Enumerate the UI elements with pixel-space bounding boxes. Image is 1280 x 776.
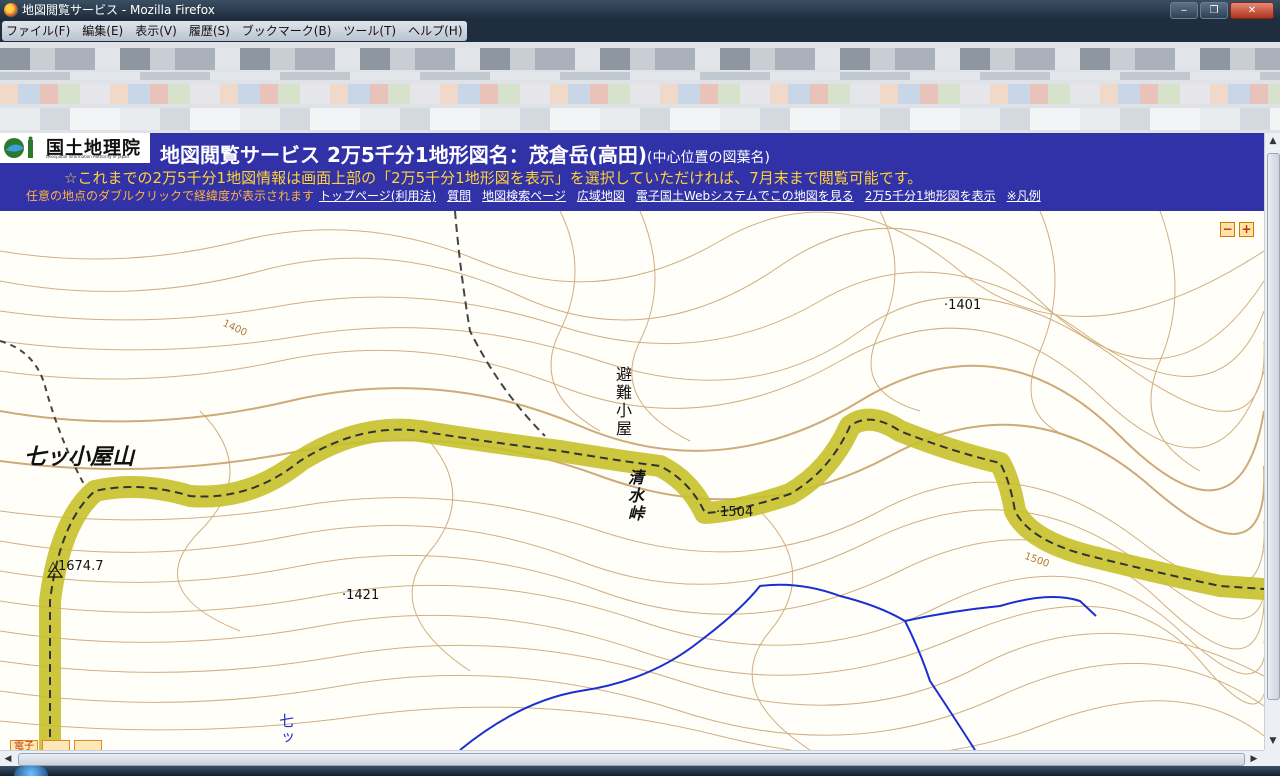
window-controls: ‒ ❐ ✕ (1170, 2, 1274, 19)
scrollbar-corner (1264, 750, 1280, 766)
stream-label: 七ッ (277, 713, 295, 747)
map-button-2[interactable] (42, 740, 70, 750)
maximize-button[interactable]: ❐ (1200, 2, 1228, 19)
map-bottom-buttons: 電子 (10, 740, 102, 750)
elevation-1401-label: ·1401 (944, 298, 982, 313)
elevation-1421-label: ·1421 (342, 588, 380, 603)
blurred-address-bar (0, 72, 1280, 80)
link-denshi-kokudo[interactable]: 電子国土Webシステムでこの地図を見る (636, 187, 854, 204)
map-button-3[interactable] (74, 740, 102, 750)
menu-list: ファイル(F) 編集(E) 表示(V) 履歴(S) ブックマーク(B) ツール(… (2, 21, 467, 41)
window-titlebar: 地図閲覧サービス - Mozilla Firefox ‒ ❐ ✕ (0, 0, 1280, 20)
scroll-right-arrow-icon[interactable]: ▶ (1246, 751, 1262, 767)
help-text: 任意の地点のダブルクリックで経緯度が表示されます (26, 189, 315, 203)
menu-view[interactable]: 表示(V) (135, 21, 177, 41)
blurred-tab-strip (0, 108, 1280, 130)
link-map-search[interactable]: 地図検索ページ (482, 187, 566, 204)
vertical-scrollbar[interactable]: ▲ ▼ (1264, 133, 1280, 750)
link-faq[interactable]: 質問 (447, 187, 471, 204)
menu-tools[interactable]: ツール(T) (343, 21, 396, 41)
link-legend[interactable]: ※凡例 (1007, 187, 1041, 204)
blurred-bookmarks-toolbar (0, 84, 1280, 104)
page-content: 国土地理院 Geospatial Information Authority o… (0, 133, 1264, 750)
scroll-left-arrow-icon[interactable]: ◀ (0, 751, 16, 767)
link-top-page[interactable]: トップページ(利用法) (319, 187, 436, 204)
menu-bar: ファイル(F) 編集(E) 表示(V) 履歴(S) ブックマーク(B) ツール(… (0, 20, 1280, 42)
vertical-scroll-thumb[interactable] (1267, 153, 1280, 700)
menu-history[interactable]: 履歴(S) (189, 21, 230, 41)
zoom-controls: − + (1220, 222, 1254, 237)
link-wide-area-map[interactable]: 広域地図 (577, 187, 625, 204)
site-header: 国土地理院 Geospatial Information Authority o… (0, 133, 1264, 211)
river-line (459, 583, 976, 750)
elevation-1674-label: △1674.7 (48, 559, 104, 574)
horizontal-scroll-thumb[interactable] (18, 753, 1245, 766)
window-title: 地図閲覧サービス - Mozilla Firefox (22, 3, 215, 17)
zoom-in-button[interactable]: + (1239, 222, 1254, 237)
page-title: 地図閲覧サービス 2万5千分1地形図名：茂倉岳(高田)(中心位置の図葉名) (160, 139, 770, 168)
page-title-main: 地図閲覧サービス 2万5千分1地形図名：茂倉岳(高田) (160, 143, 647, 167)
menu-help[interactable]: ヘルプ(H) (408, 21, 462, 41)
route-highlight (39, 408, 1264, 750)
page-title-sub: (中心位置の図葉名) (647, 150, 770, 166)
blurred-toolbars (0, 42, 1280, 133)
notice-text: ☆これまでの2万5千分1地図情報は画面上部の「2万5千分1地形図を表示」を選択し… (64, 169, 923, 187)
gsi-logo-icon (4, 136, 33, 158)
menu-edit[interactable]: 編集(E) (82, 21, 123, 41)
topographic-map[interactable]: 七ッ小屋山 避難小屋 清水峠 △1674.7 ·1421 ·1504 ·1401… (0, 211, 1264, 750)
windows-taskbar (0, 766, 1280, 776)
start-orb-icon[interactable] (14, 766, 48, 776)
hut-label: 避難小屋 (613, 366, 632, 438)
blurred-navigation-toolbar (0, 48, 1280, 70)
denshi-button[interactable]: 電子 (10, 740, 38, 750)
minimize-button[interactable]: ‒ (1170, 2, 1198, 19)
mountain-label: 七ッ小屋山 (24, 445, 135, 470)
close-button[interactable]: ✕ (1230, 2, 1274, 19)
elevation-1504-label: ·1504 (716, 505, 754, 520)
menu-bookmarks[interactable]: ブックマーク(B) (242, 21, 332, 41)
link-show-25000-map[interactable]: 2万5千分1地形図を表示 (865, 187, 996, 204)
menu-file[interactable]: ファイル(F) (6, 21, 70, 41)
horizontal-scrollbar[interactable]: ◀ ▶ (0, 750, 1264, 767)
logo-subtitle: Geospatial Information Authority of Japa… (46, 154, 130, 159)
header-links: トップページ(利用法) 質問 地図検索ページ 広域地図 電子国土Webシステムで… (319, 187, 1041, 204)
side-trail-line (454, 211, 546, 437)
scroll-up-arrow-icon[interactable]: ▲ (1265, 133, 1280, 149)
gsi-logo[interactable]: 国土地理院 Geospatial Information Authority o… (0, 133, 150, 163)
zoom-out-button[interactable]: − (1220, 222, 1235, 237)
scroll-down-arrow-icon[interactable]: ▼ (1265, 733, 1280, 749)
firefox-icon (4, 3, 18, 17)
pass-label: 清水峠 (625, 469, 644, 523)
